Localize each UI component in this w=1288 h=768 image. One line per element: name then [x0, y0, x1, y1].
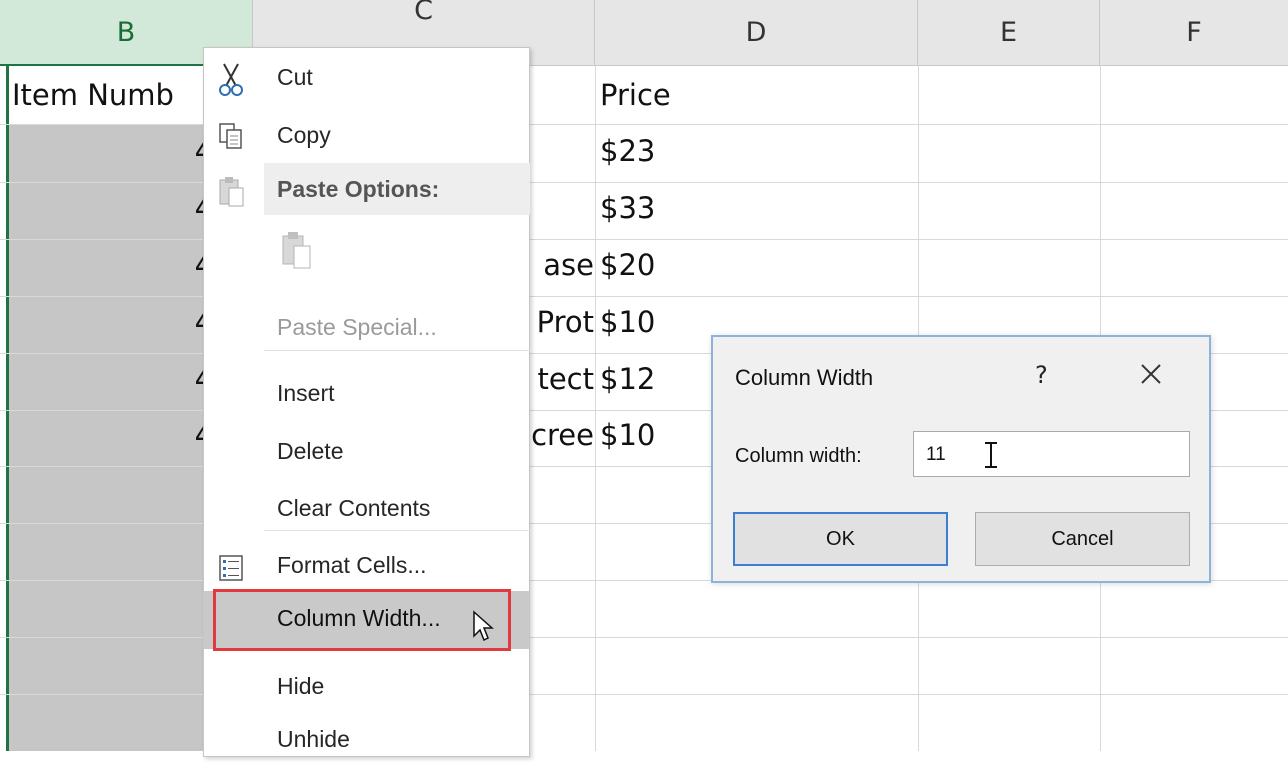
cell-d3[interactable]: $33 [600, 191, 900, 225]
cancel-button[interactable]: Cancel [975, 512, 1190, 566]
column-letter: E [999, 17, 1018, 48]
menu-item-insert[interactable]: Insert [204, 370, 529, 422]
column-width-value: 11 [926, 444, 946, 465]
copy-icon [216, 120, 248, 156]
column-width-label: Column width: [735, 445, 862, 467]
menu-label: Delete [277, 438, 344, 464]
menu-item-unhide[interactable]: Unhide [204, 716, 529, 768]
row-divider [0, 239, 1288, 240]
cell-c5[interactable]: Prot [520, 305, 594, 339]
cell-c4[interactable]: ase [520, 248, 594, 282]
menu-label: Hide [277, 673, 325, 699]
column-header-f[interactable]: F [1100, 0, 1288, 66]
row-divider [0, 694, 1288, 695]
menu-label: Copy [277, 122, 331, 148]
menu-item-copy[interactable]: Copy [204, 112, 529, 164]
menu-label: Unhide [277, 726, 350, 752]
menu-item-cut[interactable]: Cut [204, 54, 529, 106]
column-header-d[interactable]: D [595, 0, 918, 66]
selection-border [6, 66, 9, 751]
menu-label: Clear Contents [277, 495, 431, 521]
close-icon[interactable] [1138, 361, 1164, 387]
cell-d1[interactable]: Price [600, 78, 900, 112]
context-menu: Cut Copy Paste Options: Paste Special...… [203, 47, 530, 757]
ok-button[interactable]: OK [733, 512, 948, 566]
menu-label: Paste Options: [277, 176, 440, 202]
menu-label: Paste Special... [277, 314, 437, 340]
help-button[interactable]: ? [1035, 361, 1048, 389]
column-width-field[interactable]: 11 [913, 431, 1190, 477]
scissors-icon [216, 62, 248, 98]
ok-label: OK [826, 527, 855, 550]
mouse-cursor-icon [472, 610, 496, 644]
cell-d5[interactable]: $10 [600, 305, 900, 339]
menu-label: Cut [277, 64, 313, 90]
menu-separator [264, 350, 530, 351]
column-letter: C [414, 0, 433, 26]
cancel-label: Cancel [1051, 527, 1114, 550]
menu-item-paste-special[interactable]: Paste Special... [204, 304, 529, 356]
cell-d4[interactable]: $20 [600, 248, 900, 282]
text-cursor-icon [983, 440, 999, 470]
cell-c7[interactable]: cree [520, 418, 594, 452]
column-letter: D [745, 17, 767, 48]
menu-separator [264, 530, 530, 531]
paste-icon [216, 174, 248, 210]
menu-item-format-cells[interactable]: Format Cells... [204, 542, 529, 594]
column-header-e[interactable]: E [918, 0, 1100, 66]
column-letter: B [116, 16, 136, 48]
column-width-dialog: Column Width ? Column width: 11 OK Cance… [711, 335, 1211, 583]
highlight-box [213, 589, 511, 651]
menu-item-delete[interactable]: Delete [204, 428, 529, 480]
row-divider [0, 182, 1288, 183]
row-divider [0, 637, 1288, 638]
column-letter: F [1186, 17, 1202, 48]
menu-label: Insert [277, 380, 335, 406]
format-cells-icon [216, 550, 248, 586]
menu-item-hide[interactable]: Hide [204, 663, 529, 715]
row-divider [0, 296, 1288, 297]
column-divider [595, 66, 596, 751]
row-divider [0, 124, 1288, 125]
menu-label: Format Cells... [277, 552, 427, 578]
dialog-title: Column Width [735, 365, 874, 390]
paste-option-icon[interactable] [280, 228, 314, 272]
cell-d2[interactable]: $23 [600, 134, 900, 168]
cell-c6[interactable]: tect [520, 362, 594, 396]
menu-item-paste-options: Paste Options: [204, 166, 529, 218]
